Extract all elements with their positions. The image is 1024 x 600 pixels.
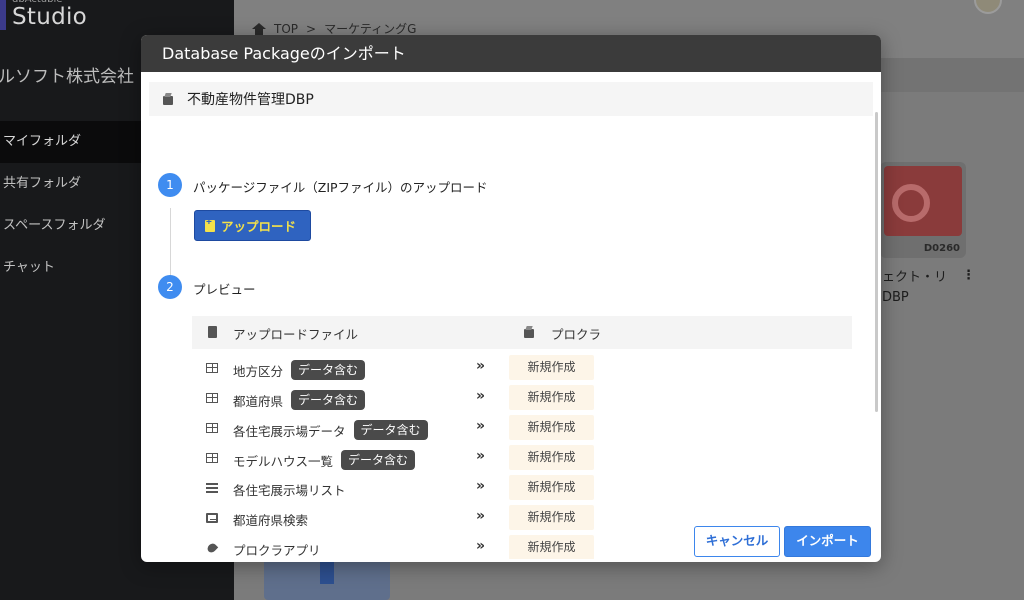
package-name-bar: 不動産物件管理DBP xyxy=(149,82,873,116)
more-menu-icon[interactable]: ⋮ xyxy=(962,268,975,283)
package-card-title: ェクト・リ DBP xyxy=(882,268,947,308)
row-name: 都道府県 xyxy=(233,393,284,409)
breadcrumb-home[interactable]: TOP xyxy=(274,22,298,36)
column-upload-file: アップロードファイル xyxy=(233,327,359,342)
dialog-footer: キャンセル インポート xyxy=(141,524,881,562)
step-2-label: プレビュー xyxy=(193,282,256,297)
breadcrumb-separator: > xyxy=(306,21,317,36)
double-chevron-right-icon: » xyxy=(476,448,485,464)
preview-table: アップロードファイル プロクラ 地方区分 データ含む » 新規作成 都道府県 データ… xyxy=(192,316,852,559)
column-target: プロクラ xyxy=(551,327,602,342)
preview-header: アップロードファイル プロクラ xyxy=(192,316,852,349)
row-name: 各住宅展示場リスト xyxy=(233,483,346,498)
table-icon xyxy=(206,393,218,403)
file-icon xyxy=(208,326,217,338)
search-form-icon xyxy=(206,513,218,523)
dialog-title: Database Packageのインポート xyxy=(141,35,881,72)
home-icon[interactable] xyxy=(252,22,266,35)
step-1-label: パッケージファイル（ZIPファイル）のアップロード xyxy=(193,180,488,195)
action-label: 新規作成 xyxy=(509,415,594,440)
list-icon xyxy=(206,483,218,493)
data-included-badge: データ含む xyxy=(341,450,416,470)
row-name: モデルハウス一覧 xyxy=(233,453,334,469)
file-upload-icon xyxy=(205,217,215,232)
import-button[interactable]: インポート xyxy=(784,526,871,557)
data-included-badge: データ含む xyxy=(353,420,428,440)
package-card-code: D0260 xyxy=(923,243,960,254)
dialog-scrollbar[interactable] xyxy=(875,112,878,412)
avatar[interactable] xyxy=(974,0,1002,14)
action-label: 新規作成 xyxy=(509,475,594,500)
upload-button[interactable]: アップロード xyxy=(194,210,311,241)
package-card-title-line1: ェクト・リ xyxy=(882,270,948,285)
logo-mark xyxy=(0,0,6,30)
step-connector xyxy=(170,208,171,276)
cancel-button[interactable]: キャンセル xyxy=(694,526,780,557)
action-label: 新規作成 xyxy=(509,385,594,410)
company-name: ルソフト株式会社 xyxy=(0,67,134,87)
action-label: 新規作成 xyxy=(509,355,594,380)
table-row: モデルハウス一覧 データ含む » 新規作成 xyxy=(192,443,852,473)
action-label: 新規作成 xyxy=(509,445,594,470)
double-chevron-right-icon: » xyxy=(476,358,485,374)
double-chevron-right-icon: » xyxy=(476,478,485,494)
table-row: 都道府県 データ含む » 新規作成 xyxy=(192,383,852,413)
double-chevron-right-icon: » xyxy=(476,508,485,524)
table-icon xyxy=(206,363,218,373)
row-name: 地方区分 xyxy=(233,363,284,379)
data-included-badge: データ含む xyxy=(291,390,366,410)
dialog-body: 不動産物件管理DBP 1 パッケージファイル（ZIPファイル）のアップロード ア… xyxy=(141,72,881,559)
upload-button-label: アップロード xyxy=(221,220,297,234)
package-card[interactable]: D0260 xyxy=(880,162,966,258)
data-included-badge: データ含む xyxy=(291,360,366,380)
package-card-thumbnail xyxy=(884,166,962,236)
package-name: 不動産物件管理DBP xyxy=(187,92,314,108)
table-row: 各住宅展示場リスト » 新規作成 xyxy=(192,473,852,503)
double-chevron-right-icon: » xyxy=(476,418,485,434)
package-icon xyxy=(162,93,174,105)
app-package-icon xyxy=(523,326,535,338)
table-row: 各住宅展示場データ データ含む » 新規作成 xyxy=(192,413,852,443)
step-2-marker: 2 xyxy=(158,275,182,299)
logo-text: Studio xyxy=(12,4,88,30)
table-icon xyxy=(206,453,218,463)
table-row: 地方区分 データ含む » 新規作成 xyxy=(192,353,852,383)
package-card-title-line2: DBP xyxy=(882,290,909,305)
double-chevron-right-icon: » xyxy=(476,388,485,404)
table-icon xyxy=(206,423,218,433)
step-1-marker: 1 xyxy=(158,173,182,197)
import-dialog: Database Packageのインポート 不動産物件管理DBP 1 パッケー… xyxy=(141,35,881,562)
row-name: 各住宅展示場データ xyxy=(233,423,346,439)
